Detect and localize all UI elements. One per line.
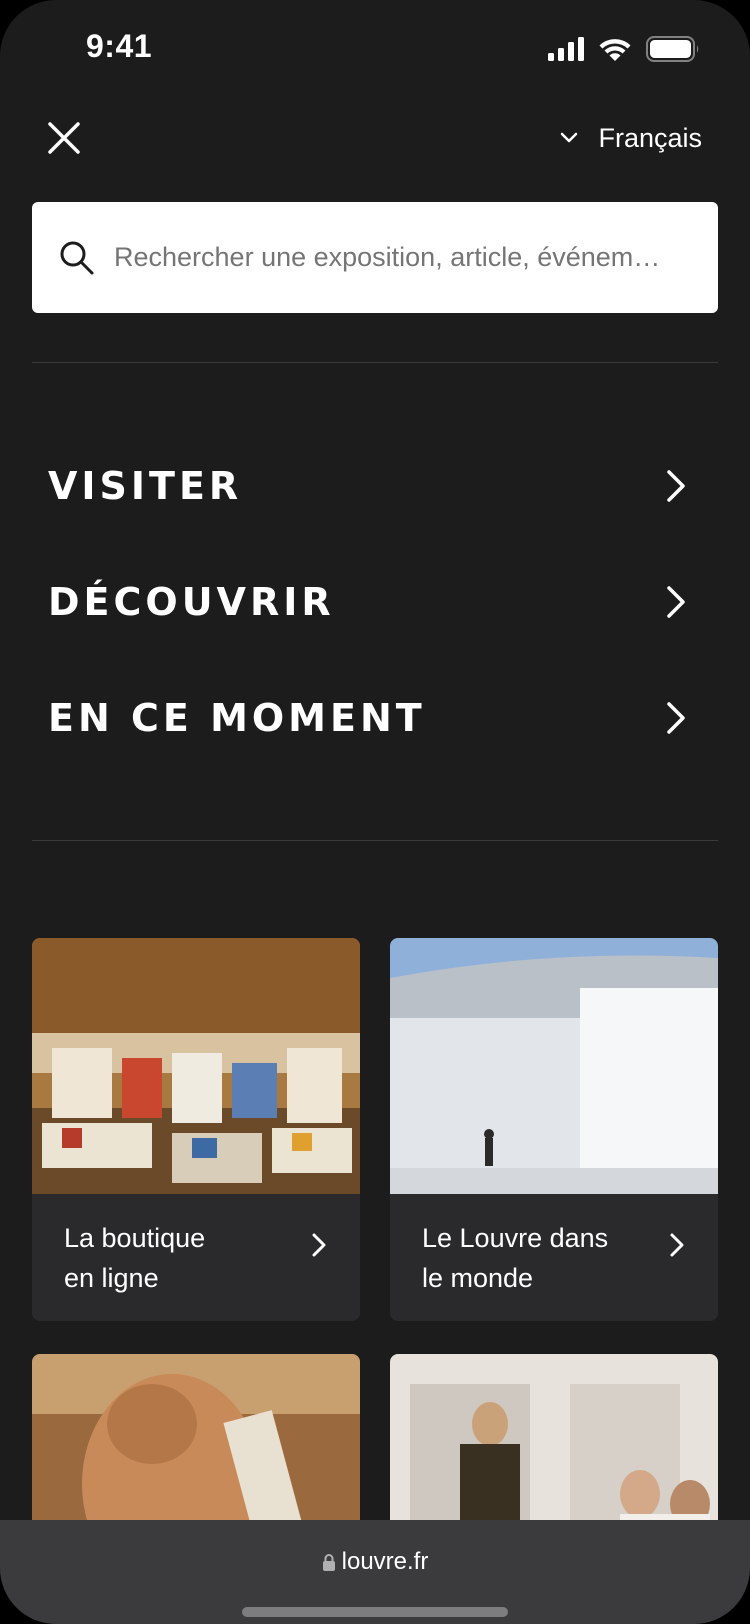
status-time: 9:41 xyxy=(86,28,153,64)
battery-icon xyxy=(646,36,699,62)
nav-item-decouvrir[interactable]: DÉCOUVRIR xyxy=(48,562,698,642)
search-box[interactable] xyxy=(32,202,718,313)
card-title: Le Louvre dans le monde xyxy=(422,1223,609,1293)
nav-item-label: VISITER xyxy=(48,464,243,508)
chevron-right-icon xyxy=(667,470,685,502)
search-input[interactable] xyxy=(112,241,718,274)
home-indicator xyxy=(242,1607,508,1617)
status-icons xyxy=(548,36,700,62)
card-title: La boutique en ligne xyxy=(64,1223,206,1293)
louvre-abu-dhabi-image xyxy=(390,938,718,1194)
card-boutique[interactable]: La boutique en ligne xyxy=(32,938,360,1321)
wifi-icon xyxy=(599,39,631,61)
chevron-right-icon xyxy=(667,586,685,618)
divider-top xyxy=(32,362,718,363)
cellular-signal-icon xyxy=(548,37,584,61)
lock-icon xyxy=(322,1554,335,1571)
divider-bottom xyxy=(32,840,718,841)
close-icon xyxy=(48,122,80,154)
mobile-menu-screen: 9:41 Français Rechercher une exposition,… xyxy=(0,0,750,1624)
card-footer: La boutique en ligne xyxy=(32,1194,360,1321)
search-icon xyxy=(60,241,94,274)
url-text: louvre.fr xyxy=(341,1548,429,1575)
language-selector[interactable]: Français xyxy=(560,118,702,158)
chevron-down-icon xyxy=(561,132,578,143)
chevron-right-icon xyxy=(670,1233,684,1257)
card-louvre-monde[interactable]: Le Louvre dans le monde xyxy=(390,938,718,1321)
nav-item-label: EN CE MOMENT xyxy=(48,696,426,740)
chevron-right-icon xyxy=(667,702,685,734)
url-bar[interactable]: louvre.fr xyxy=(0,1548,750,1576)
close-button[interactable] xyxy=(46,120,82,156)
nav-item-en-ce-moment[interactable]: EN CE MOMENT xyxy=(48,678,698,758)
nav-item-label: DÉCOUVRIR xyxy=(48,580,335,624)
chevron-right-icon xyxy=(312,1233,326,1257)
language-label: Français xyxy=(598,122,702,153)
nav-item-visiter[interactable]: VISITER xyxy=(48,446,698,526)
card-footer: Le Louvre dans le monde xyxy=(390,1194,718,1321)
boutique-image xyxy=(32,938,360,1194)
